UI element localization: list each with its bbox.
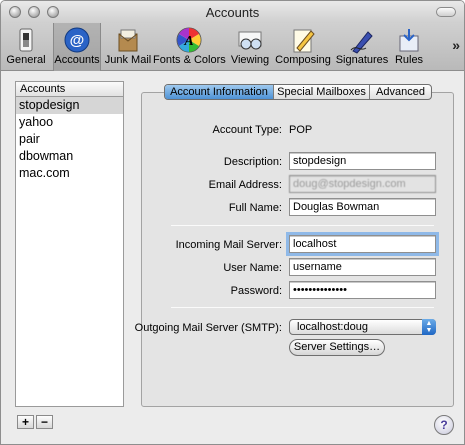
rules-icon <box>395 26 423 54</box>
server-settings-button[interactable]: Server Settings… <box>289 339 385 356</box>
account-type-label: Account Type: <box>212 124 282 136</box>
full-name-label: Full Name: <box>228 202 282 214</box>
pen-icon <box>348 26 376 54</box>
junk-mail-icon <box>114 26 142 54</box>
svg-text:@: @ <box>70 32 85 49</box>
help-button[interactable]: ? <box>434 415 454 435</box>
toolbar-rules[interactable]: Rules <box>390 23 428 71</box>
window-title: Accounts <box>205 5 260 20</box>
account-type-value: POP <box>289 124 313 136</box>
popup-arrows-icon: ▲ ▼ <box>422 319 436 335</box>
password-label: Password: <box>230 285 282 297</box>
accounts-list-header: Accounts <box>16 82 123 97</box>
title-bar: Accounts <box>1 1 464 23</box>
svg-text:A: A <box>183 34 193 49</box>
smtp-server-value: localhost:doug <box>297 321 368 333</box>
glasses-icon <box>236 26 264 54</box>
toolbar-signatures[interactable]: Signatures <box>334 23 390 71</box>
tab-account-information[interactable]: Account Information <box>165 85 273 99</box>
tab-special-mailboxes[interactable]: Special Mailboxes <box>274 85 369 99</box>
incoming-server-label: Incoming Mail Server: <box>175 239 282 251</box>
incoming-server-field[interactable]: localhost <box>286 232 439 256</box>
pencil-paper-icon <box>289 26 317 54</box>
add-account-button[interactable]: + <box>17 415 34 429</box>
section-divider <box>171 225 434 226</box>
toolbar-composing[interactable]: Composing <box>274 23 332 71</box>
smtp-server-popup[interactable]: localhost:doug ▲ ▼ <box>289 319 436 335</box>
password-field[interactable]: •••••••••••••• <box>289 281 436 299</box>
toolbar: General @ Accounts Junk Mail A Fonts & C… <box>1 23 464 71</box>
color-palette-icon: A <box>175 26 203 54</box>
toolbar-toggle-button[interactable] <box>436 7 456 17</box>
toolbar-viewing[interactable]: Viewing <box>227 23 273 71</box>
description-field[interactable]: stopdesign <box>289 152 436 170</box>
full-name-field[interactable]: Douglas Bowman <box>289 198 436 216</box>
account-item-stopdesign[interactable]: stopdesign <box>16 97 123 114</box>
email-address-field[interactable]: doug@stopdesign.com <box>289 175 436 193</box>
section-divider <box>171 307 434 308</box>
toolbar-accounts[interactable]: @ Accounts <box>53 23 101 71</box>
user-name-field[interactable]: username <box>289 258 436 276</box>
toolbar-general[interactable]: General <box>5 23 47 71</box>
remove-account-button[interactable]: − <box>36 415 53 429</box>
user-name-label: User Name: <box>223 262 282 274</box>
switch-icon <box>12 26 40 54</box>
email-address-label: Email Address: <box>208 179 282 191</box>
smtp-server-label: Outgoing Mail Server (SMTP): <box>134 322 282 334</box>
description-label: Description: <box>223 156 282 168</box>
toolbar-overflow-button[interactable]: » <box>452 37 460 53</box>
tab-bar: Account Information Special Mailboxes Ad… <box>164 84 432 100</box>
preferences-window: Accounts General @ Accounts Junk Mail A … <box>0 0 465 445</box>
at-icon: @ <box>63 26 91 54</box>
toolbar-fonts-colors[interactable]: A Fonts & Colors <box>153 23 226 71</box>
tab-advanced[interactable]: Advanced <box>370 85 431 99</box>
toolbar-junk-mail[interactable]: Junk Mail <box>103 23 153 71</box>
